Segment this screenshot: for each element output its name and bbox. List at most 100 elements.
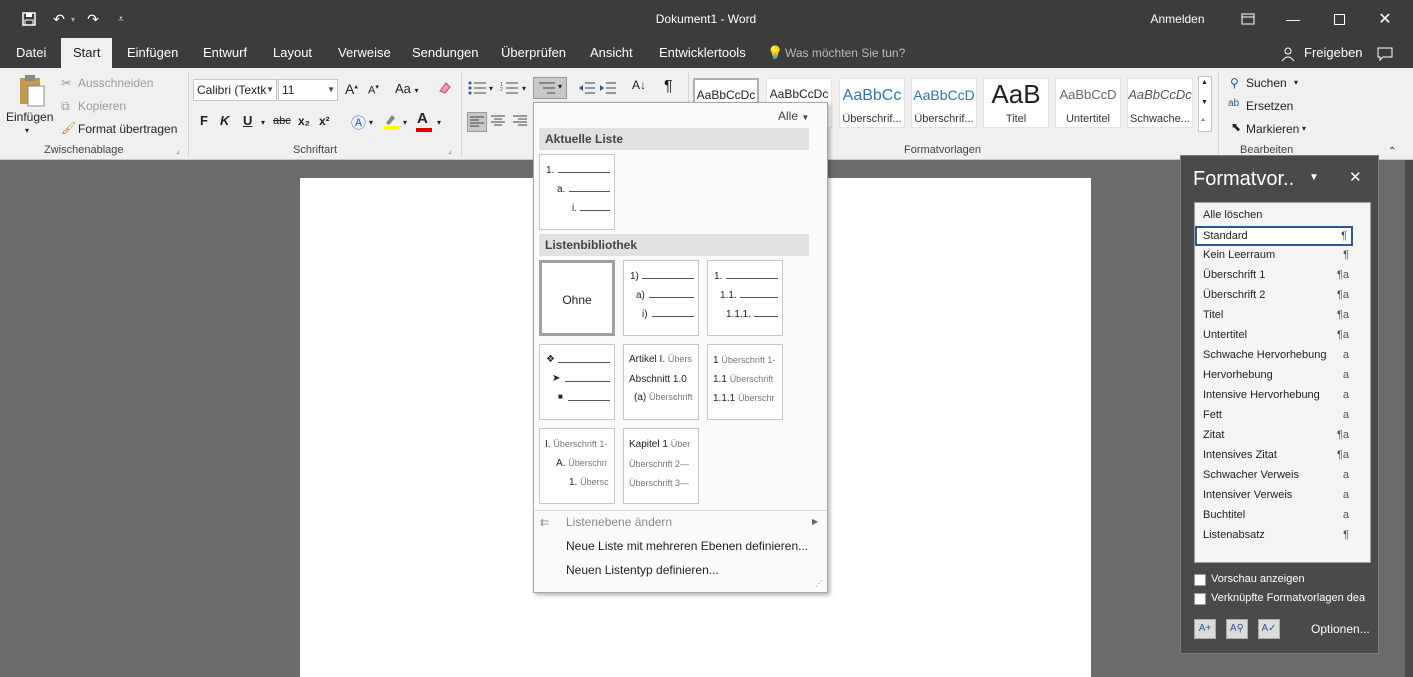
chevron-down-icon[interactable]: ▾ xyxy=(403,118,407,127)
list-tile-current[interactable]: 1. a. i. xyxy=(539,154,615,230)
list-tile-bullets[interactable]: ❖ ➤ ■ xyxy=(539,344,615,420)
redo-icon[interactable]: ↷ xyxy=(82,0,104,38)
pane-menu-icon[interactable]: ▼ xyxy=(1309,172,1319,183)
style-item[interactable]: Untertitel ¶a xyxy=(1195,326,1353,346)
chevron-down-icon[interactable]: ▾ xyxy=(489,84,493,93)
save-icon[interactable] xyxy=(16,0,42,38)
collapse-ribbon-icon[interactable]: ⌃ xyxy=(1388,146,1396,157)
chevron-down-icon[interactable]: ▾ xyxy=(437,118,441,127)
define-list-style-item[interactable]: Neuen Listentyp definieren... xyxy=(566,563,719,577)
multilevel-list-button[interactable]: ▾ xyxy=(533,77,567,99)
style-item[interactable]: Schwacher Verweis a xyxy=(1195,466,1353,486)
resize-grip-icon[interactable]: ⋰ xyxy=(815,579,823,588)
subscript-button[interactable]: x₂ xyxy=(298,114,310,128)
ribbon-display-icon[interactable] xyxy=(1235,0,1261,38)
tab-entwurf[interactable]: Entwurf xyxy=(203,38,247,68)
align-center-icon[interactable] xyxy=(491,115,505,127)
style-item[interactable]: Hervorhebung a xyxy=(1195,366,1353,386)
bold-button[interactable]: F xyxy=(200,113,208,128)
tab-layout[interactable]: Layout xyxy=(273,38,312,68)
underline-button[interactable]: U xyxy=(243,113,252,128)
align-left-button[interactable] xyxy=(467,112,487,132)
style-item[interactable]: Listenabsatz ¶ xyxy=(1195,526,1353,546)
gallery-scroll[interactable]: ▲ ▼ ⩡ xyxy=(1198,76,1212,132)
chevron-down-icon[interactable]: ▾ xyxy=(369,118,373,127)
list-tile-parenthesis[interactable]: 1) a) i) xyxy=(623,260,699,336)
strikethrough-button[interactable]: abc xyxy=(273,115,291,127)
chevron-down-icon[interactable]: ▾ xyxy=(522,84,526,93)
style-item[interactable]: Zitat ¶a xyxy=(1195,426,1353,446)
style-item[interactable]: Schwache Hervorhebung a xyxy=(1195,346,1353,366)
increase-indent-icon[interactable] xyxy=(599,81,617,95)
underline-dropdown-icon[interactable]: ▾ xyxy=(261,118,265,127)
chevron-down-icon[interactable]: ▾ xyxy=(1302,124,1306,133)
list-tile-none[interactable]: Ohne xyxy=(539,260,615,336)
font-color-icon[interactable]: A xyxy=(417,110,428,127)
style-item[interactable]: Intensive Hervorhebung a xyxy=(1195,386,1353,406)
clear-formatting-icon[interactable] xyxy=(437,80,453,96)
list-tile-chapter[interactable]: Kapitel 1 Über Überschrift 2— Überschrif… xyxy=(623,428,699,504)
tell-me-input[interactable]: Was möchten Sie tun? xyxy=(785,38,905,68)
cut-button[interactable]: Ausschneiden xyxy=(78,76,153,90)
style-inspector-icon[interactable]: A⚲ xyxy=(1226,619,1248,639)
change-list-level-item[interactable]: Listenebene ändern xyxy=(566,515,672,529)
list-tile-roman[interactable]: I. Überschrift 1- A. Überschri 1. Übersc xyxy=(539,428,615,504)
decrease-indent-icon[interactable] xyxy=(578,81,596,95)
minimize-icon[interactable]: — xyxy=(1280,0,1306,38)
undo-icon[interactable]: ↶ xyxy=(48,0,70,38)
linked-styles-checkbox[interactable] xyxy=(1194,593,1206,605)
tab-ueberpruefen[interactable]: Überprüfen xyxy=(501,38,566,68)
shrink-font-icon[interactable]: A▾ xyxy=(368,83,379,97)
maximize-icon[interactable] xyxy=(1326,0,1352,38)
comments-icon[interactable] xyxy=(1377,38,1393,68)
options-link[interactable]: Optionen... xyxy=(1311,622,1370,636)
list-tile-heading-numbering[interactable]: 1 Überschrift 1- 1.1 Überschrift 1.1.1 Ü… xyxy=(707,344,783,420)
style-item-selected[interactable]: Standard ¶ xyxy=(1195,226,1353,246)
define-multilevel-list-item[interactable]: Neue Liste mit mehreren Ebenen definiere… xyxy=(566,539,808,553)
tab-entwicklertools[interactable]: Entwicklertools xyxy=(659,38,746,68)
new-style-icon[interactable]: A+ xyxy=(1194,619,1216,639)
close-pane-icon[interactable]: ✕ xyxy=(1349,168,1362,186)
tab-einfuegen[interactable]: Einfügen xyxy=(127,38,178,68)
dialog-launcher-icon[interactable]: ⌟ xyxy=(448,146,452,155)
superscript-button[interactable]: x² xyxy=(319,114,330,128)
grow-font-icon[interactable]: A▴ xyxy=(345,81,358,97)
signin-link[interactable]: Anmelden xyxy=(1140,0,1215,38)
style-item[interactable]: Buchtitel a xyxy=(1195,506,1353,526)
font-name-combo[interactable]: Calibri (Textk ▼ xyxy=(193,79,277,101)
tab-ansicht[interactable]: Ansicht xyxy=(590,38,633,68)
italic-button[interactable]: K xyxy=(220,113,229,128)
font-size-combo[interactable]: 11 ▼ xyxy=(278,79,338,101)
style-item[interactable]: Fett a xyxy=(1195,406,1353,426)
paste-icon[interactable] xyxy=(14,74,48,110)
list-tile-article[interactable]: Artikel I. Übers Abschnitt 1.0 (a) Übers… xyxy=(623,344,699,420)
tab-datei[interactable]: Datei xyxy=(16,38,46,68)
style-gallery-item[interactable]: AaBbCcDc Schwache... xyxy=(1127,78,1193,128)
style-item[interactable]: Intensiver Verweis a xyxy=(1195,486,1353,506)
gallery-expand-icon[interactable]: ⩡ xyxy=(1201,117,1205,125)
dialog-launcher-icon[interactable]: ⌟ xyxy=(176,146,180,155)
close-icon[interactable]: ✕ xyxy=(1372,0,1398,38)
style-item[interactable]: Überschrift 2 ¶a xyxy=(1195,286,1353,306)
tab-start[interactable]: Start xyxy=(61,38,113,68)
undo-dropdown-icon[interactable]: ▾ xyxy=(68,0,78,38)
vertical-scrollbar[interactable] xyxy=(1405,160,1413,677)
show-marks-icon[interactable]: ¶ xyxy=(664,78,673,96)
style-item[interactable]: Titel ¶a xyxy=(1195,306,1353,326)
scroll-up-icon[interactable]: ▲ xyxy=(1201,79,1208,86)
style-gallery-item[interactable]: AaB Titel xyxy=(983,78,1049,128)
preview-checkbox[interactable] xyxy=(1194,574,1206,586)
paste-button[interactable]: Einfügen xyxy=(6,110,53,124)
filter-dropdown[interactable]: Alle ▼ xyxy=(778,109,809,123)
tab-sendungen[interactable]: Sendungen xyxy=(412,38,479,68)
replace-button[interactable]: Ersetzen xyxy=(1246,99,1293,113)
chevron-down-icon[interactable]: ▾ xyxy=(1294,78,1298,87)
style-item[interactable]: Überschrift 1 ¶a xyxy=(1195,266,1353,286)
scroll-down-icon[interactable]: ▼ xyxy=(1201,99,1208,106)
list-tile-decimal[interactable]: 1. 1.1. 1.1.1. xyxy=(707,260,783,336)
style-gallery-item[interactable]: AaBbCc Überschrif... xyxy=(839,78,905,128)
text-effects-icon[interactable]: Ⓐ xyxy=(351,112,366,133)
style-item[interactable]: Intensives Zitat ¶a xyxy=(1195,446,1353,466)
manage-styles-icon[interactable]: A✓ xyxy=(1258,619,1280,639)
change-case-button[interactable]: Aa ▾ xyxy=(395,81,419,96)
